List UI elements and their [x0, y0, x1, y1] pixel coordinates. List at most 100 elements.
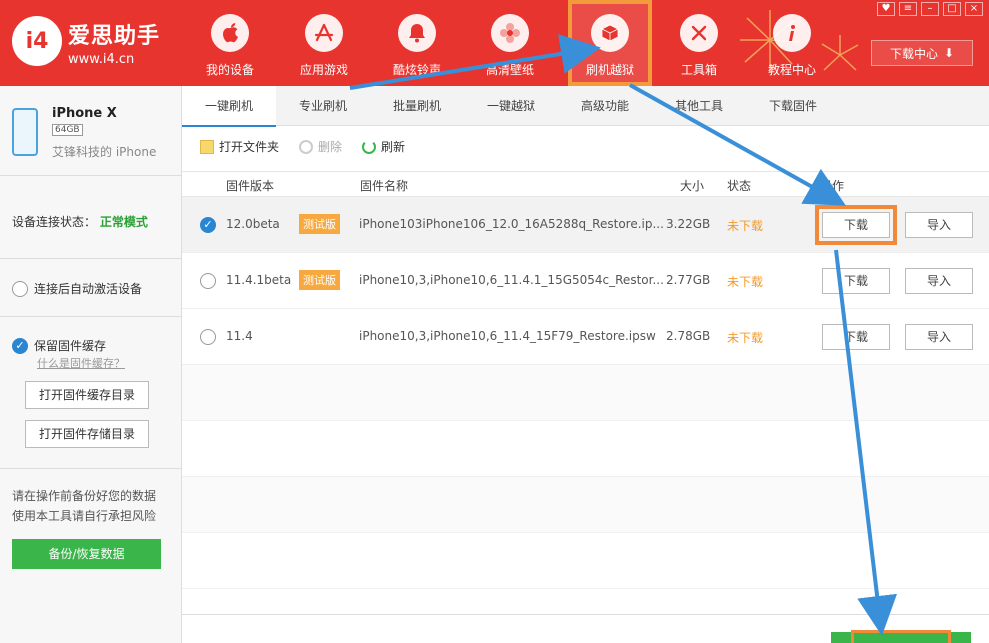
table-header: 固件版本 固件名称 大小 状态 操作	[182, 171, 989, 197]
empty-row	[182, 477, 989, 533]
open-cache-dir-button[interactable]: 打开固件缓存目录	[25, 381, 149, 409]
keep-cache-option[interactable]: ✓ 保留固件缓存	[12, 337, 106, 354]
refresh-icon	[362, 139, 377, 154]
connection-status: 设备连接状态： 正常模式	[12, 213, 148, 230]
download-button[interactable]: 下载	[822, 268, 890, 294]
app-header: i4 爱思助手 www.i4.cn 我的设备 应用游戏 酷炫铃声 高清壁纸 刷机…	[0, 0, 989, 86]
device-name: iPhone X	[52, 106, 117, 121]
menu-icon[interactable]: ≡	[899, 2, 917, 16]
open-folder-button[interactable]: 打开文件夹	[200, 138, 279, 155]
firmware-status: 未下载	[727, 275, 764, 289]
keep-cache-label: 保留固件缓存	[34, 339, 107, 353]
warning-line-1: 请在操作前备份好您的数据	[12, 489, 157, 503]
download-button[interactable]: 下载	[815, 205, 897, 245]
nav-toolbox[interactable]: 工具箱	[661, 14, 737, 78]
brand-url: www.i4.cn	[68, 52, 135, 67]
table-row[interactable]: ✓ 12.0beta 测试版 iPhone103iPhone106_12.0_1…	[182, 197, 989, 253]
nav-label: 高清壁纸	[485, 63, 534, 77]
tab-other-tools[interactable]: 其他工具	[652, 86, 746, 125]
col-name: 固件名称	[360, 179, 409, 193]
firmware-version: 11.4	[226, 329, 253, 343]
firmware-status: 未下载	[727, 331, 764, 345]
delete-button[interactable]: 删除	[299, 138, 342, 155]
download-arrow-icon: ⬇	[943, 46, 955, 60]
delete-icon	[299, 139, 314, 154]
beta-badge: 测试版	[299, 214, 340, 234]
row-radio[interactable]	[200, 329, 216, 345]
nav-wallpapers[interactable]: 高清壁纸	[472, 14, 548, 78]
refresh-button[interactable]: 刷新	[362, 138, 405, 155]
keep-cache-check-icon[interactable]: ✓	[12, 337, 28, 354]
info-icon	[773, 14, 811, 52]
minimize-icon[interactable]: –	[921, 2, 939, 16]
table-row[interactable]: 11.4.1beta 测试版 iPhone10,3,iPhone10,6_11.…	[182, 253, 989, 309]
risk-warning: 请在操作前备份好您的数据 使用本工具请自行承担风险	[12, 486, 156, 526]
tab-batch-flash[interactable]: 批量刷机	[370, 86, 464, 125]
what-is-cache-link[interactable]: 什么是固件缓存？	[37, 355, 125, 371]
main-panel: 一键刷机 专业刷机 批量刷机 一键越狱 高级功能 其他工具 下载固件 打开文件夹…	[182, 86, 989, 643]
import-button[interactable]: 导入	[905, 268, 973, 294]
connection-value: 正常模式	[99, 215, 148, 229]
col-action: 操作	[820, 179, 845, 193]
close-icon[interactable]: ×	[965, 2, 983, 16]
nav-label: 酷炫铃声	[392, 63, 441, 77]
nav-apps[interactable]: 应用游戏	[286, 14, 362, 78]
firmware-version: 11.4.1beta	[226, 273, 292, 287]
skin-icon[interactable]: ♥	[877, 2, 895, 16]
maximize-icon[interactable]: □	[943, 2, 961, 16]
brand: 爱思助手 www.i4.cn	[68, 18, 160, 67]
nav-tutorials[interactable]: 教程中心	[754, 14, 830, 78]
appstore-icon	[305, 14, 343, 52]
divider	[0, 316, 181, 317]
nav-label: 应用游戏	[299, 63, 348, 77]
tab-one-click-jailbreak[interactable]: 一键越狱	[464, 86, 558, 125]
nav-label: 工具箱	[680, 63, 717, 77]
auto-activate-label: 连接后自动激活设备	[34, 282, 143, 296]
tab-download-firmware[interactable]: 下载固件	[746, 86, 840, 125]
nav-label: 刷机越狱	[585, 63, 634, 77]
divider	[0, 258, 181, 259]
sidebar: iPhone X 64GB 艾锋科技的 iPhone 设备连接状态： 正常模式 …	[0, 86, 182, 643]
nav-flash-jailbreak[interactable]: 刷机越狱	[568, 0, 652, 86]
col-size: 大小	[680, 179, 705, 193]
beta-badge: 测试版	[299, 270, 340, 290]
import-button[interactable]: 导入	[905, 212, 973, 238]
refresh-label: 刷新	[381, 140, 406, 154]
device-card: iPhone X 64GB 艾锋科技的 iPhone	[0, 86, 181, 176]
tab-advanced[interactable]: 高级功能	[558, 86, 652, 125]
footer-bar	[182, 614, 989, 643]
auto-activate-radio[interactable]	[12, 280, 28, 297]
box-icon	[591, 14, 629, 52]
nav-ringtones[interactable]: 酷炫铃声	[379, 14, 455, 78]
firmware-name: iPhone10,3,iPhone10,6_11.4.1_15G5054c_Re…	[359, 273, 664, 287]
tools-icon	[680, 14, 718, 52]
row-radio[interactable]	[200, 273, 216, 289]
iphone-icon	[12, 108, 38, 156]
download-center-button[interactable]: 下载中心 ⬇	[871, 40, 973, 66]
nav-label: 我的设备	[205, 63, 254, 77]
firmware-name: iPhone103iPhone106_12.0_16A5288q_Restore…	[359, 217, 664, 231]
toolbar: 打开文件夹 删除 刷新	[200, 138, 405, 155]
col-status: 状态	[727, 179, 752, 193]
firmware-name: iPhone10,3,iPhone10,6_11.4_15F79_Restore…	[359, 329, 656, 343]
firmware-size: 3.22GB	[666, 217, 711, 231]
firmware-status: 未下载	[727, 219, 764, 233]
nav-my-device[interactable]: 我的设备	[192, 14, 268, 78]
import-button[interactable]: 导入	[905, 324, 973, 350]
tab-bar: 一键刷机 专业刷机 批量刷机 一键越狱 高级功能 其他工具 下载固件	[182, 86, 989, 127]
empty-row	[182, 533, 989, 589]
empty-row	[182, 365, 989, 421]
delete-label: 删除	[318, 140, 343, 154]
tab-pro-flash[interactable]: 专业刷机	[276, 86, 370, 125]
firmware-version: 12.0beta	[226, 217, 280, 231]
table-row[interactable]: 11.4 iPhone10,3,iPhone10,6_11.4_15F79_Re…	[182, 309, 989, 365]
open-store-dir-button[interactable]: 打开固件存储目录	[25, 420, 149, 448]
tab-one-click-flash[interactable]: 一键刷机	[182, 86, 276, 127]
backup-restore-button[interactable]: 备份/恢复数据	[12, 539, 161, 569]
auto-activate-option[interactable]: 连接后自动激活设备	[12, 280, 142, 297]
start-flash-button[interactable]	[831, 630, 971, 643]
row-selected-check-icon[interactable]: ✓	[200, 217, 216, 233]
download-button[interactable]: 下载	[822, 324, 890, 350]
open-folder-label: 打开文件夹	[219, 140, 280, 154]
firmware-size: 2.77GB	[666, 273, 711, 287]
